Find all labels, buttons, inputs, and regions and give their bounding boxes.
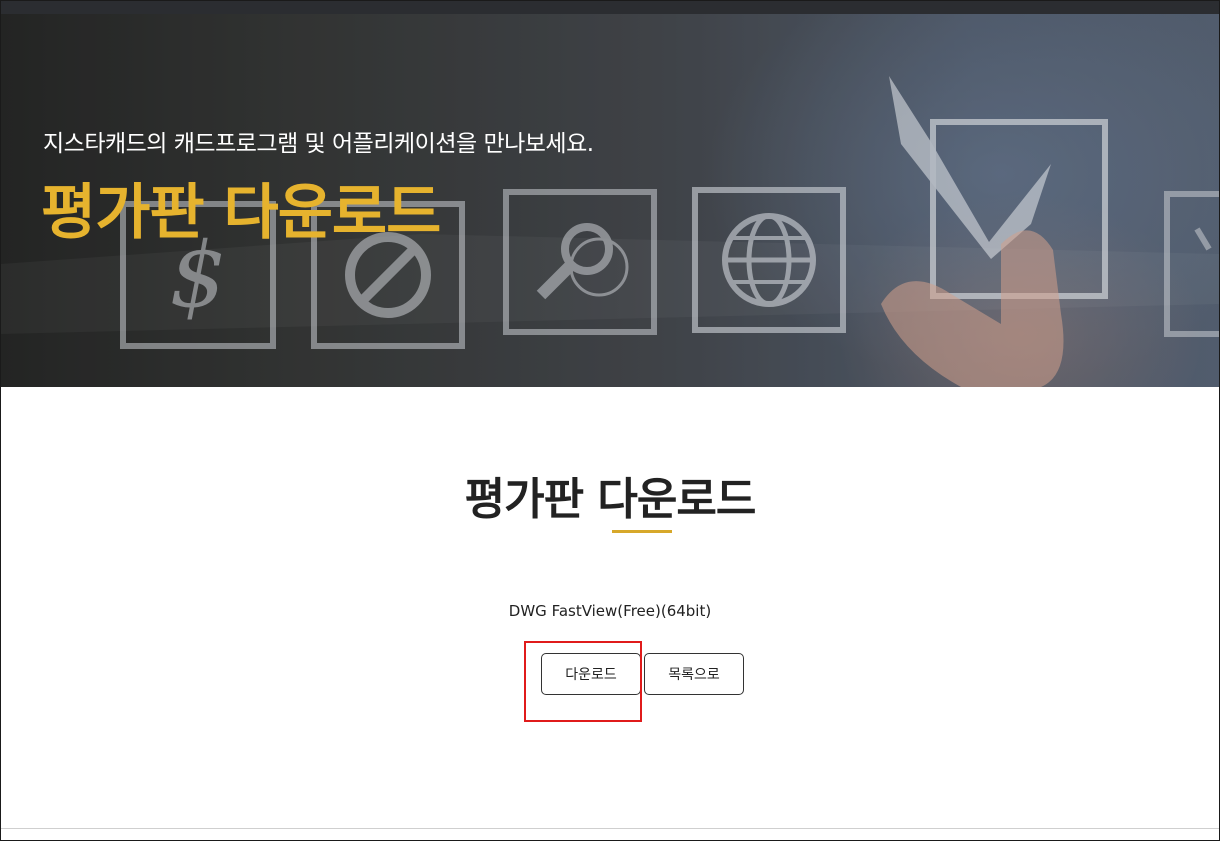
- title-underline: [612, 530, 672, 533]
- page-title: 평가판 다운로드: [464, 474, 757, 525]
- page-frame: $ 지스타캐드의 캐드프로그램 및 어플리케이션을 만나보세요. 평가판 다운로…: [0, 0, 1220, 841]
- download-button[interactable]: 다운로드: [541, 653, 641, 695]
- top-bar: [1, 1, 1219, 14]
- back-to-list-button[interactable]: 목록으로: [644, 653, 744, 695]
- hero-banner: $ 지스타캐드의 캐드프로그램 및 어플리케이션을 만나보세요. 평가판 다운로…: [1, 14, 1219, 387]
- hero-title: 평가판 다운로드: [41, 178, 441, 248]
- hero-subtitle: 지스타캐드의 캐드프로그램 및 어플리케이션을 만나보세요.: [43, 131, 594, 157]
- footer-divider: [1, 828, 1219, 829]
- product-name: DWG FastView(Free)(64bit): [508, 602, 712, 620]
